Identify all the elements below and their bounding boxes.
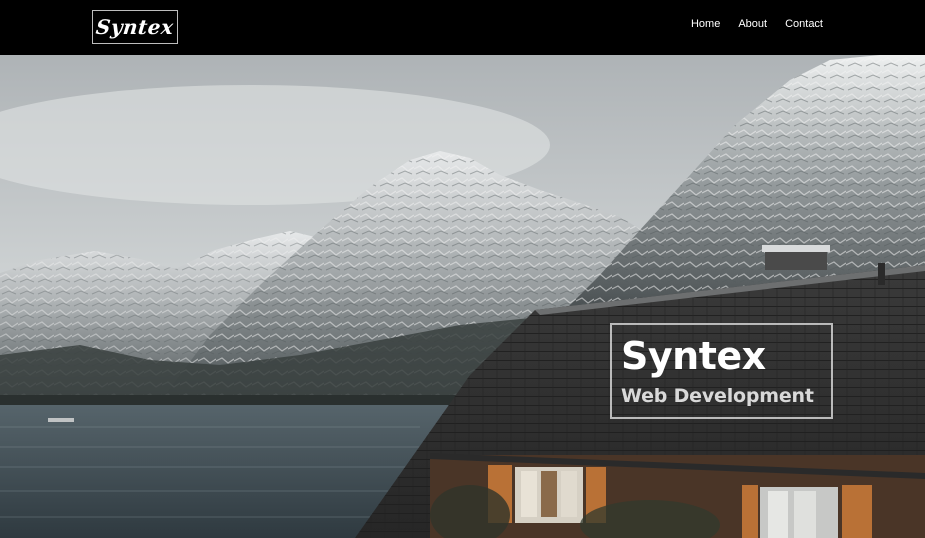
nav-menu: Home About Contact [691, 18, 823, 30]
hero-section: Syntex Web Development [0, 55, 925, 538]
nav-link-about[interactable]: About [738, 18, 767, 30]
hero-title-box: Syntex Web Development [610, 323, 833, 419]
logo[interactable]: Syntex [92, 10, 178, 44]
hero-subtitle: Web Development [621, 385, 814, 407]
logo-text: Syntex [94, 15, 176, 39]
nav-link-home[interactable]: Home [691, 18, 720, 30]
hero-title: Syntex [621, 334, 766, 378]
navbar: Syntex Home About Contact [0, 0, 925, 55]
nav-link-contact[interactable]: Contact [785, 18, 823, 30]
hero-background-image [0, 55, 925, 538]
